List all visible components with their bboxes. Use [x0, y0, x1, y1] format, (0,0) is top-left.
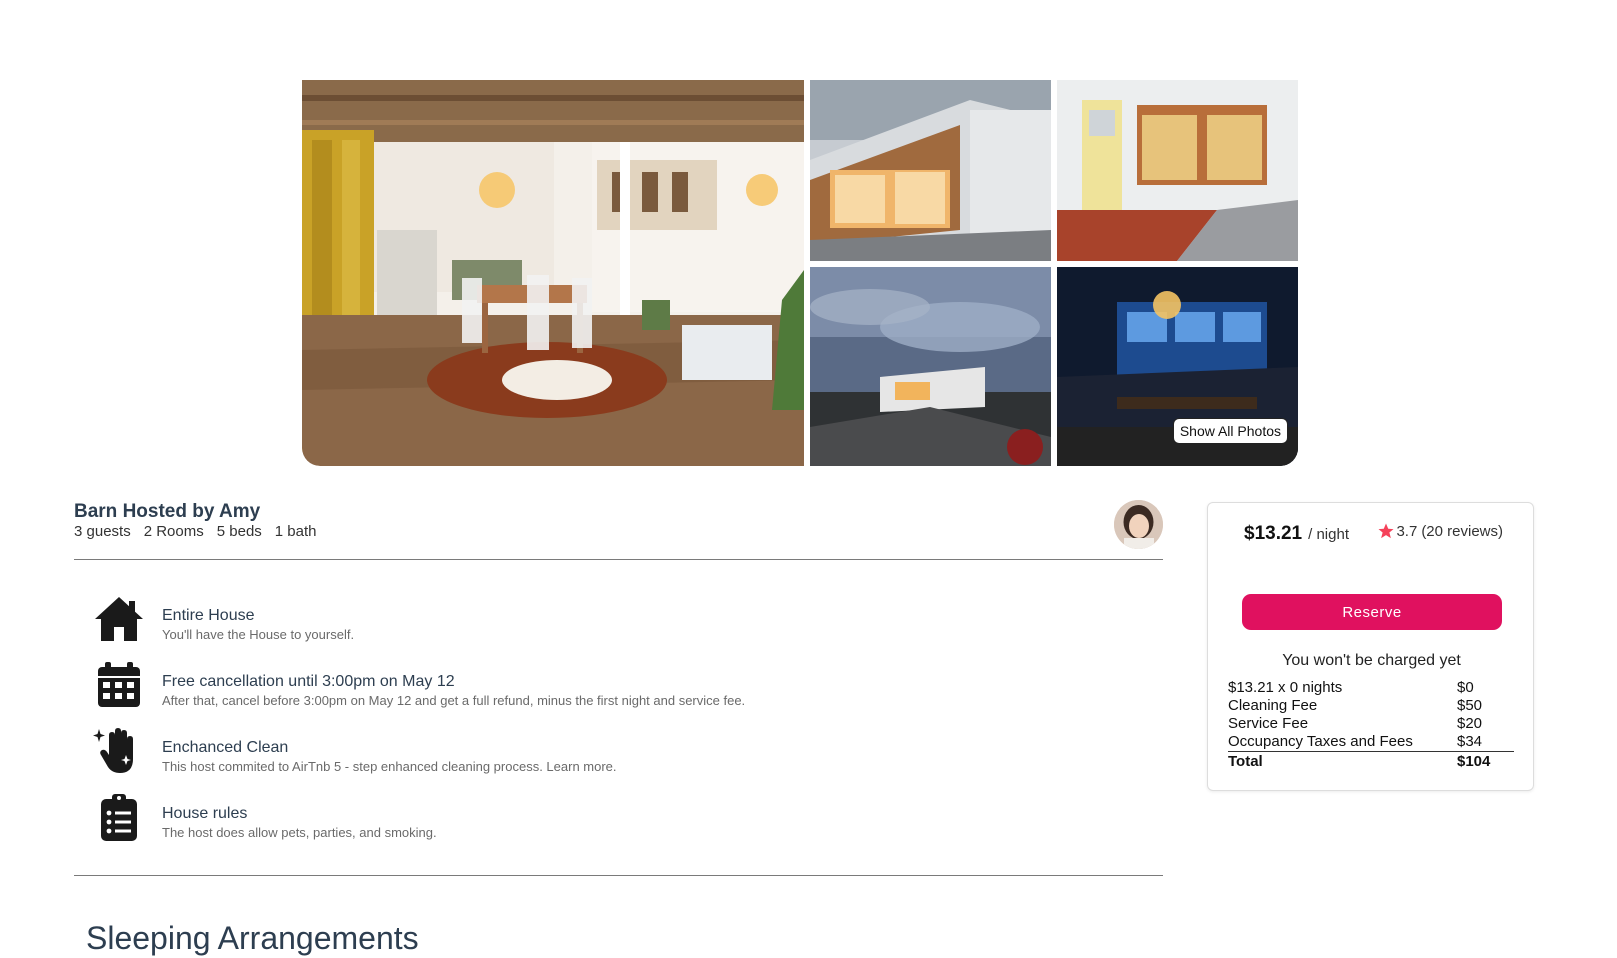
- photo-barn-dusk[interactable]: [810, 267, 1051, 466]
- reserve-button[interactable]: Reserve: [1242, 594, 1502, 630]
- price-row: $13.21 / night: [1244, 523, 1349, 545]
- highlight-title: Free cancellation until 3:00pm on May 12: [162, 673, 455, 690]
- fee-row-service: Service Fee $20: [1228, 715, 1514, 733]
- spec-baths: 1 bath: [274, 523, 317, 540]
- photo-barn-interior[interactable]: [302, 80, 804, 466]
- highlight-subtitle: You'll have the House to yourself.: [162, 627, 355, 642]
- no-charge-note: You won't be charged yet: [1282, 652, 1461, 669]
- fee-label: $13.21 x 0 nights: [1228, 679, 1343, 696]
- highlight-subtitle: After that, cancel before 3:00pm on May …: [162, 693, 746, 708]
- fee-label: Service Fee: [1228, 715, 1309, 732]
- spec-beds: 5 beds: [216, 523, 262, 540]
- section-heading-sleeping-arrangements: Sleeping Arrangements: [86, 920, 419, 956]
- rating-value: 3.7: [1396, 522, 1418, 540]
- photo-barn-entrance-door[interactable]: [1057, 80, 1298, 261]
- highlight-title: Entire House: [162, 607, 255, 624]
- photo-grid: Show All Photos: [810, 80, 1299, 466]
- listing-header: Barn Hosted by Amy 3 guests 2 Rooms 5 be…: [74, 498, 1163, 560]
- highlight-subtitle: The host does allow pets, parties, and s…: [162, 825, 437, 840]
- host-avatar[interactable]: [1114, 500, 1163, 549]
- highlight-title: Enchanced Clean: [162, 739, 289, 756]
- spec-guests: 3 guests: [74, 523, 131, 540]
- fee-row-nights: $13.21 x 0 nights $0: [1228, 679, 1514, 697]
- highlight-subtitle: This host commited to AirTnb 5 - step en…: [162, 759, 617, 774]
- spec-rooms: 2 Rooms: [143, 523, 204, 540]
- fee-row-cleaning: Cleaning Fee $50: [1228, 697, 1514, 715]
- listing-title: Barn Hosted by Amy: [74, 501, 261, 522]
- review-count[interactable]: (20 reviews): [1421, 523, 1503, 540]
- total-label: Total: [1228, 753, 1263, 770]
- fee-label: Cleaning Fee: [1228, 697, 1318, 714]
- fee-value: $34: [1457, 733, 1483, 750]
- highlight-title: House rules: [162, 805, 248, 822]
- highlight-house-rules: House rules The host does allow pets, pa…: [92, 790, 437, 844]
- clipboard-list-icon: [92, 790, 146, 844]
- listing-specs: 3 guests 2 Rooms 5 beds 1 bath: [74, 523, 1163, 540]
- star-icon: [1378, 523, 1394, 539]
- listing-highlights: Entire House You'll have the House to yo…: [74, 586, 1163, 876]
- photo-barn-night-dining[interactable]: Show All Photos: [1057, 267, 1298, 466]
- photo-barn-exterior-garage[interactable]: [810, 80, 1051, 261]
- fee-row-occupancy-taxes: Occupancy Taxes and Fees $34: [1228, 733, 1514, 752]
- highlight-entire-house: Entire House You'll have the House to yo…: [92, 592, 354, 646]
- calendar-icon: [92, 658, 146, 712]
- fee-value: $50: [1457, 697, 1483, 714]
- price-unit: / night: [1308, 526, 1349, 543]
- booking-card: $13.21 / night 3.7 (20 reviews) Reserve …: [1207, 502, 1534, 791]
- fee-value: $0: [1457, 679, 1474, 696]
- nightly-price: $13.21: [1244, 523, 1303, 544]
- fee-row-total: Total $104: [1228, 752, 1514, 772]
- photo-gallery: Show All Photos: [302, 80, 1299, 466]
- highlight-free-cancellation: Free cancellation until 3:00pm on May 12…: [92, 658, 745, 712]
- highlight-enhanced-clean: Enchanced Clean This host commited to Ai…: [92, 724, 617, 778]
- rating[interactable]: 3.7 (20 reviews): [1377, 522, 1503, 540]
- sparkle-hand-icon: [92, 724, 146, 778]
- show-all-photos-button[interactable]: Show All Photos: [1172, 418, 1288, 444]
- total-value: $104: [1457, 753, 1491, 770]
- house-icon: [92, 592, 146, 646]
- fee-value: $20: [1457, 715, 1483, 732]
- fee-label: Occupancy Taxes and Fees: [1228, 733, 1413, 750]
- fee-breakdown: $13.21 x 0 nights $0 Cleaning Fee $50 Se…: [1228, 679, 1514, 772]
